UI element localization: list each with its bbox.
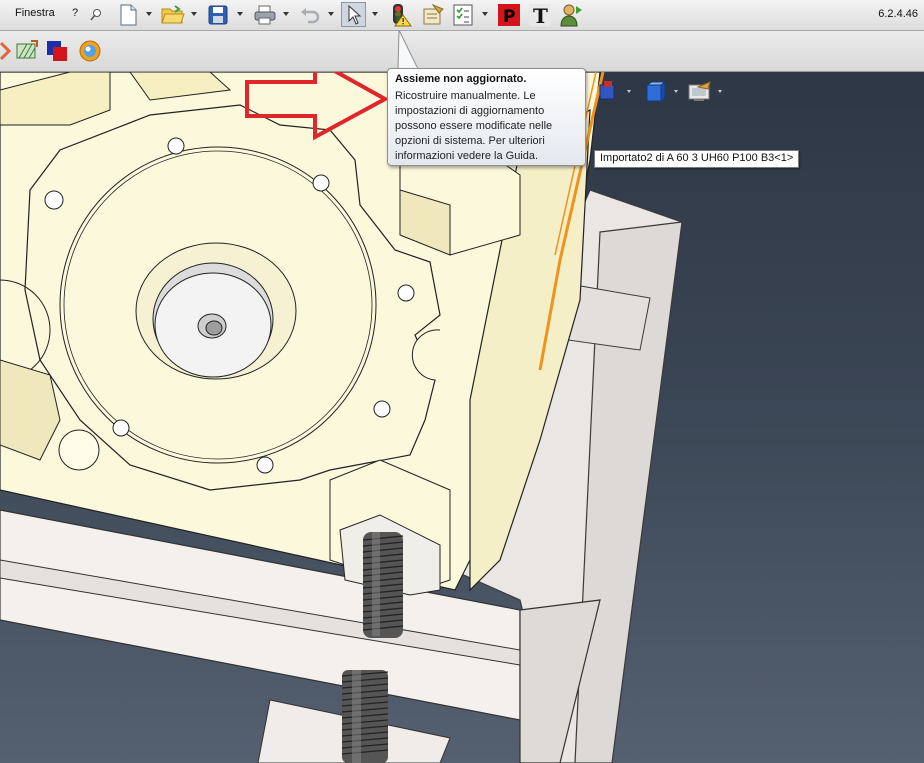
tooltip-pointer xyxy=(397,30,419,70)
options-dropdown-icon[interactable] xyxy=(481,10,490,19)
user-icon[interactable] xyxy=(558,2,583,27)
assembly-model xyxy=(0,72,683,763)
appearance-colors-icon[interactable] xyxy=(44,38,69,63)
p-red-icon[interactable]: P xyxy=(496,2,521,27)
secondary-toolbar xyxy=(0,31,924,72)
undo-icon[interactable] xyxy=(297,2,322,27)
realview-sphere-icon[interactable] xyxy=(77,38,102,63)
new-dropdown-icon[interactable] xyxy=(145,10,154,19)
select-arrow-icon[interactable] xyxy=(341,2,366,27)
menu-window[interactable]: Finestra xyxy=(15,7,55,19)
menu-help[interactable]: ? xyxy=(72,7,78,19)
tooltip-title: Assieme non aggiornato. xyxy=(395,73,527,85)
threaded-rod-upper xyxy=(362,532,404,638)
view-orientation-icon[interactable] xyxy=(599,81,615,100)
threaded-rod-lower xyxy=(341,670,389,763)
save-dropdown-icon[interactable] xyxy=(236,10,245,19)
undo-dropdown-icon[interactable] xyxy=(327,10,336,19)
view-settings-dropdown-icon xyxy=(718,90,722,93)
version-label: 6.2.4.46 xyxy=(878,8,918,20)
tooltip-body: Ricostruire manualmente. Le impostazioni… xyxy=(395,90,553,162)
text-t-icon[interactable]: T xyxy=(527,2,552,27)
file-properties-icon[interactable] xyxy=(420,2,445,27)
svg-text:P: P xyxy=(503,7,515,27)
display-style-dropdown-icon xyxy=(674,90,678,93)
rebuild-status-tooltip: Assieme non aggiornato. Ricostruire manu… xyxy=(387,68,586,166)
print-dropdown-icon[interactable] xyxy=(282,10,291,19)
open-dropdown-icon[interactable] xyxy=(190,10,199,19)
printer-icon[interactable] xyxy=(252,2,277,27)
view-orientation-dropdown-icon xyxy=(627,90,631,93)
view-heads-up-toolbar xyxy=(598,81,728,103)
rebuild-traffic-light-icon[interactable] xyxy=(387,2,412,27)
display-style-icon[interactable] xyxy=(645,81,667,102)
save-disk-icon[interactable] xyxy=(205,2,230,27)
open-folder-icon[interactable] xyxy=(160,2,185,27)
main-toolbar: Finestra ? P T 6.2.4.46 xyxy=(0,0,924,31)
graphics-viewport[interactable]: Importato2 di A 60 3 UH60 P100 B3<1> xyxy=(0,72,924,763)
new-document-icon[interactable] xyxy=(115,2,140,27)
view-settings-icon[interactable] xyxy=(688,81,711,101)
pin-icon[interactable] xyxy=(86,2,106,27)
options-checklist-icon[interactable] xyxy=(450,2,475,27)
svg-text:T: T xyxy=(533,4,548,27)
select-dropdown-icon[interactable] xyxy=(371,10,380,19)
component-hover-tooltip: Importato2 di A 60 3 UH60 P100 B3<1> xyxy=(594,150,800,168)
hatch-pattern-icon[interactable] xyxy=(14,38,39,63)
